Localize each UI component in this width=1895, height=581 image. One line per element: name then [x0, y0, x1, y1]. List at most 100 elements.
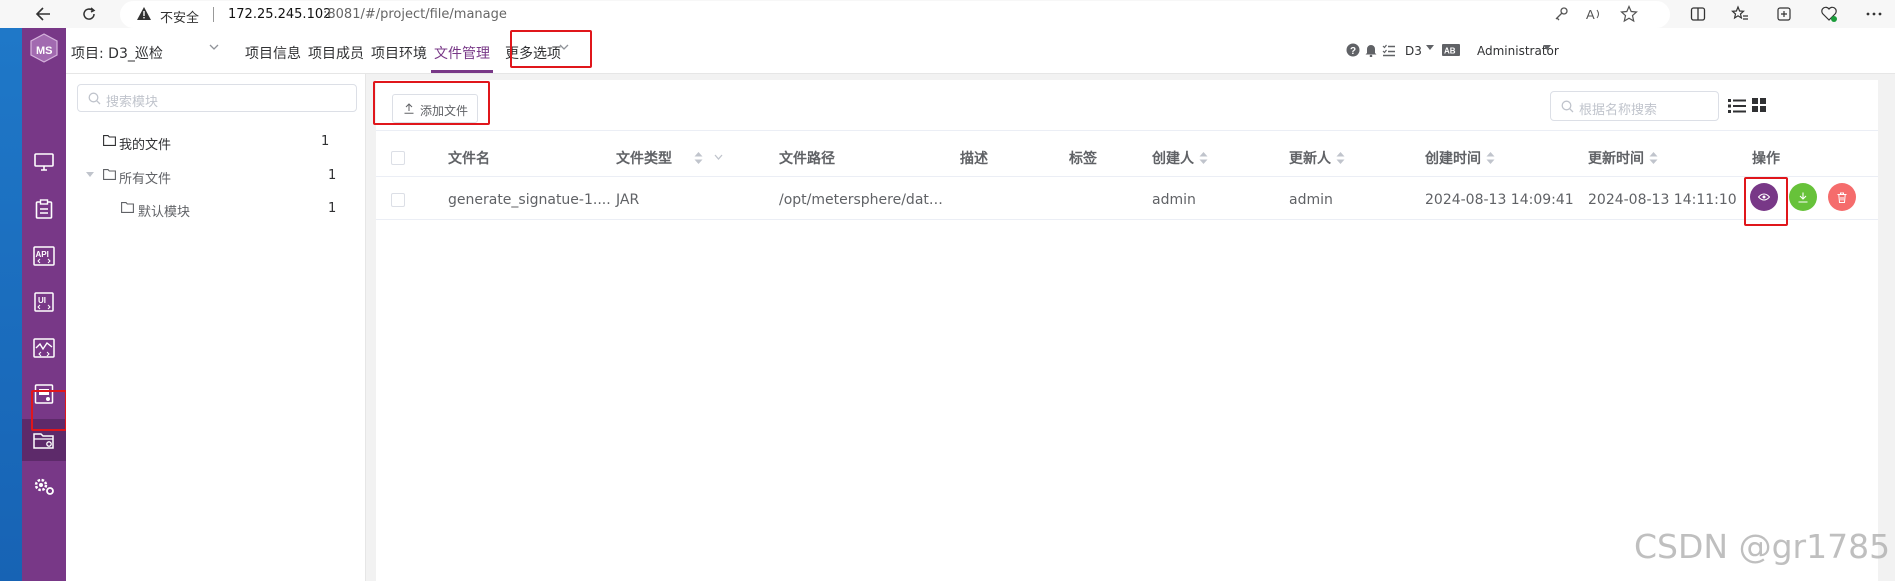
highlight-box-view — [1744, 177, 1788, 226]
collections-icon[interactable] — [1771, 2, 1797, 26]
search-icon — [1561, 100, 1574, 113]
sort-icon[interactable] — [1649, 152, 1658, 164]
cell-file-name[interactable]: generate_signatue-1.... — [448, 192, 611, 208]
tree-node-default-module[interactable]: 默认模块 1 — [66, 194, 366, 224]
delete-file-button[interactable] — [1828, 183, 1856, 211]
favorite-star-icon[interactable] — [1620, 5, 1638, 23]
trash-icon — [1837, 192, 1847, 203]
workspace-caret-icon[interactable] — [1426, 45, 1434, 51]
back-arrow-icon[interactable] — [30, 2, 56, 26]
rail-api[interactable]: API — [22, 235, 66, 277]
svg-text:?: ? — [1350, 46, 1356, 57]
address-bar[interactable]: 不安全 172.25.245.102 :8081/#/project/file/… — [120, 1, 1670, 28]
folder-icon — [103, 169, 116, 180]
api-icon: API — [33, 246, 55, 266]
clipboard-icon — [35, 199, 53, 219]
file-search-placeholder: 根据名称搜索 — [1579, 103, 1658, 118]
key-icon[interactable] — [1553, 6, 1569, 22]
module-search-input[interactable]: 搜索模块 — [77, 84, 357, 112]
browser-essentials-icon[interactable] — [1816, 2, 1842, 26]
user-caret-icon[interactable] — [1543, 45, 1551, 51]
cell-creator: admin — [1152, 192, 1196, 208]
sort-icon[interactable] — [1336, 152, 1345, 164]
file-list-card: 添加文件 根据名称搜索 文件名 文件类型 文件路径 描述 标签 创建人 更新人 … — [376, 80, 1878, 581]
tree-node-label: 默认模块 — [138, 205, 191, 220]
workspace-selector[interactable]: D3 — [1405, 44, 1422, 58]
watermark: CSDN @gr1785 — [1634, 527, 1891, 566]
col-created-time[interactable]: 创建时间 — [1425, 148, 1481, 168]
file-search-input[interactable]: 根据名称搜索 — [1550, 91, 1719, 121]
tab-project-info[interactable]: 项目信息 — [245, 43, 301, 63]
col-updated-time[interactable]: 更新时间 — [1588, 148, 1644, 168]
rail-settings[interactable] — [22, 465, 66, 507]
sort-icon[interactable] — [694, 152, 703, 164]
warning-icon[interactable] — [136, 6, 152, 21]
svg-text:API: API — [36, 250, 49, 259]
filter-chevron-icon[interactable] — [714, 154, 723, 161]
tree-node-label: 我的文件 — [119, 138, 172, 153]
col-creator[interactable]: 创建人 — [1152, 148, 1194, 168]
cell-created-time: 2024-08-13 14:09:41 — [1425, 192, 1574, 208]
ui-icon: UI — [34, 292, 54, 312]
active-tab-indicator — [431, 70, 493, 73]
col-file-type[interactable]: 文件类型 — [616, 148, 672, 168]
tree-node-all-files[interactable]: 所有文件 1 — [66, 161, 366, 191]
divider — [376, 130, 1878, 131]
bell-icon[interactable] — [1364, 43, 1378, 57]
read-aloud-icon[interactable]: A — [1586, 6, 1604, 22]
folder-icon — [121, 202, 134, 213]
rail-performance[interactable] — [22, 327, 66, 369]
svg-text:AB: AB — [1444, 47, 1456, 56]
tab-project-members[interactable]: 项目成员 — [308, 43, 364, 63]
download-icon — [1798, 192, 1808, 203]
project-folder-icon — [33, 430, 55, 450]
chevron-down-icon[interactable] — [209, 42, 219, 52]
tree-node-count: 1 — [328, 201, 337, 216]
col-actions: 操作 — [1752, 151, 1780, 167]
settings-icon — [33, 476, 55, 496]
module-search-placeholder: 搜索模块 — [106, 95, 159, 110]
rail-workstation[interactable] — [22, 141, 66, 183]
rail-ui[interactable]: UI — [22, 281, 66, 323]
folder-icon — [103, 135, 116, 146]
reload-icon[interactable] — [76, 2, 102, 26]
performance-icon — [33, 338, 55, 358]
browser-toolbar: 不安全 172.25.245.102 :8081/#/project/file/… — [0, 0, 1895, 28]
url-path: :8081/#/project/file/manage — [323, 7, 507, 22]
col-updater[interactable]: 更新人 — [1289, 148, 1331, 168]
task-list-icon[interactable] — [1382, 43, 1396, 57]
insecure-label: 不安全 — [160, 11, 200, 26]
module-tree-panel: 搜索模块 我的文件 1 所有文件 1 默认模块 1 — [66, 74, 366, 581]
list-view-icon[interactable] — [1728, 99, 1746, 113]
grid-view-icon[interactable] — [1752, 98, 1766, 112]
tree-node-my-files[interactable]: 我的文件 1 — [66, 127, 366, 157]
divider — [376, 176, 1878, 177]
help-icon[interactable]: ? — [1346, 43, 1360, 57]
col-file-path: 文件路径 — [779, 151, 835, 167]
metersphere-logo[interactable]: MS — [28, 32, 60, 64]
col-tags: 标签 — [1069, 151, 1097, 167]
tab-file-management[interactable]: 文件管理 — [434, 43, 490, 63]
cell-file-type: JAR — [616, 192, 640, 208]
download-file-button[interactable] — [1789, 183, 1817, 211]
top-header: 项目: D3_巡检 项目信息 项目成员 项目环境 文件管理 更多选项 ? D3 … — [66, 28, 1895, 74]
sort-icon[interactable] — [1486, 152, 1495, 164]
more-menu-icon[interactable] — [1861, 2, 1887, 26]
cell-file-path: /opt/metersphere/dat… — [779, 192, 943, 208]
split-screen-icon[interactable] — [1685, 2, 1711, 26]
select-all-checkbox[interactable] — [391, 151, 405, 165]
desktop-background — [0, 28, 22, 581]
monitor-icon — [34, 153, 54, 171]
rail-track[interactable] — [22, 188, 66, 230]
url-host: 172.25.245.102 — [228, 7, 332, 22]
sort-icon[interactable] — [1199, 152, 1208, 164]
favorites-icon[interactable] — [1727, 2, 1753, 26]
tree-node-label: 所有文件 — [119, 172, 172, 187]
highlight-box-add-file — [373, 81, 490, 125]
col-file-name: 文件名 — [448, 151, 490, 167]
project-selector[interactable]: 项目: D3_巡检 — [71, 43, 163, 63]
row-checkbox[interactable] — [391, 193, 405, 207]
tab-project-environment[interactable]: 项目环境 — [371, 43, 427, 63]
caret-down-icon[interactable] — [86, 172, 94, 178]
language-icon[interactable]: AB — [1442, 44, 1460, 56]
